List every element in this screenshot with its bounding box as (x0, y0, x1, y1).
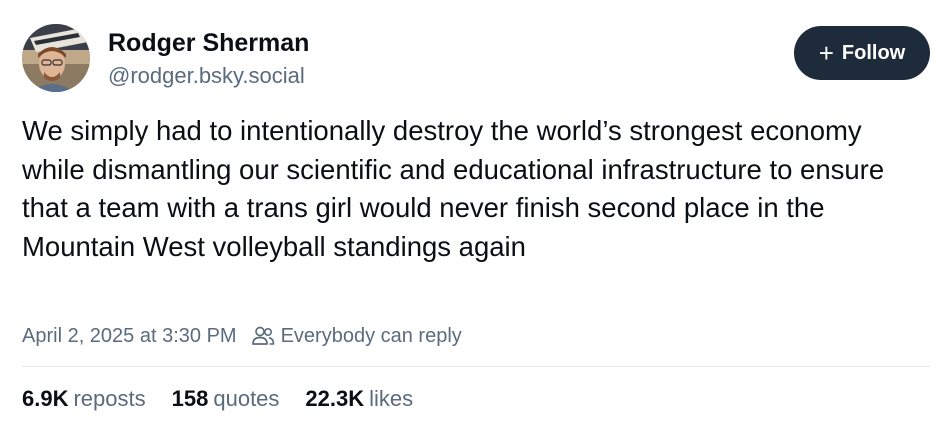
reposts-count: 6.9K (22, 386, 69, 411)
post-header: Rodger Sherman @rodger.bsky.social + Fol… (22, 24, 930, 96)
post-meta: April 2, 2025 at 3:30 PM Everybody can r… (22, 321, 462, 351)
post-thread-item: Rodger Sherman @rodger.bsky.social + Fol… (0, 0, 948, 430)
follow-button-label: Follow (841, 41, 906, 64)
author-name[interactable]: Rodger Sherman (108, 27, 309, 59)
divider (22, 366, 930, 367)
reply-setting[interactable]: Everybody can reply (281, 325, 462, 348)
reposts-label: reposts (73, 386, 146, 411)
reposts-stat[interactable]: 6.9K reposts (22, 384, 146, 414)
author-handle[interactable]: @rodger.bsky.social (108, 61, 309, 91)
author-info: Rodger Sherman @rodger.bsky.social (108, 27, 309, 91)
likes-label: likes (369, 386, 414, 411)
likes-count: 22.3K (305, 386, 365, 411)
plus-icon: + (818, 38, 834, 68)
post-timestamp[interactable]: April 2, 2025 at 3:30 PM (22, 325, 237, 348)
post-stats: 6.9K reposts 158 quotes 22.3K likes (22, 384, 439, 414)
people-icon (251, 326, 274, 345)
follow-button[interactable]: + Follow (794, 26, 930, 80)
post-text: We simply had to intentionally destroy t… (22, 115, 885, 262)
likes-stat[interactable]: 22.3K likes (305, 384, 413, 414)
quotes-stat[interactable]: 158 quotes (172, 384, 280, 414)
avatar-photo (22, 24, 90, 92)
avatar[interactable] (22, 24, 90, 92)
quotes-count: 158 (171, 386, 209, 411)
quotes-label: quotes (213, 386, 280, 411)
